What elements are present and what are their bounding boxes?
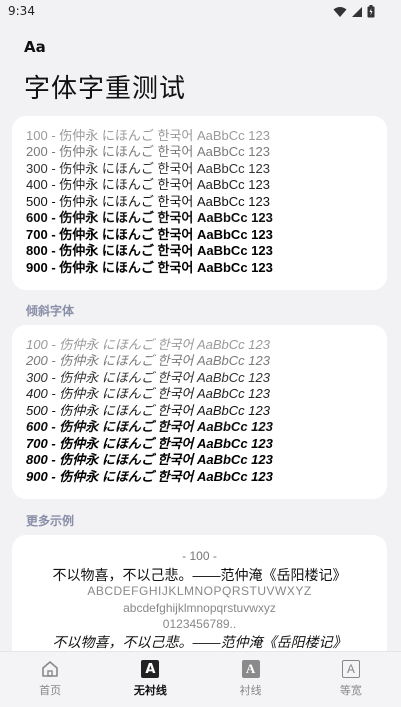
more-examples-card: - 100 - 不以物喜，不以己悲。——范仲淹《岳阳楼记》 ABCDEFGHIJ… [12, 535, 387, 665]
italic-row-500: 500 - 伤仲永 にほんご 한국어 AaBbCc 123 [26, 403, 270, 418]
app-label: Aa [24, 38, 46, 56]
sample-digits: 0123456789.. [162, 617, 237, 631]
sample-lowercase: abcdefghijklmnopqrstuvwxyz [123, 601, 276, 615]
status-bar: 9:34 [0, 0, 401, 24]
page-title: 字体字重测试 [24, 74, 187, 104]
signal-icon [352, 6, 362, 17]
sample-uppercase: ABCDEFGHIJKLMNOPQRSTUVWXYZ [87, 584, 312, 598]
nav-item-home[interactable]: 首页 [0, 652, 100, 707]
italic-row-600: 600 - 伤仲永 にほんご 한국어 AaBbCc 123 [26, 419, 273, 434]
nav-item-serif[interactable]: A 衬线 [201, 652, 301, 707]
weight-row-100: 100 - 伤仲永 にほんご 한국어 AaBbCc 123 [26, 128, 270, 143]
weights-card: 100 - 伤仲永 にほんご 한국어 AaBbCc 123 200 - 伤仲永 … [12, 116, 387, 290]
italic-row-200: 200 - 伤仲永 にほんご 한국어 AaBbCc 123 [26, 353, 270, 368]
nav-item-monospace[interactable]: A 等宽 [301, 652, 401, 707]
weight-row-200: 200 - 伤仲永 にほんご 한국어 AaBbCc 123 [26, 144, 270, 159]
nav-item-sans-serif[interactable]: A 无衬线 [100, 652, 200, 707]
home-icon [40, 659, 60, 679]
weight-row-300: 300 - 伤仲永 にほんご 한국어 AaBbCc 123 [26, 161, 270, 176]
sample-quote-italic: 不以物喜，不以己悲。——范仲淹《岳阳楼记》 [52, 634, 347, 650]
monospace-icon: A [341, 659, 361, 679]
weight-row-900: 900 - 伤仲永 にほんご 한국어 AaBbCc 123 [26, 260, 273, 275]
serif-icon: A [241, 659, 261, 679]
italic-section-label: 倾斜字体 [26, 304, 75, 318]
nav-label-monospace: 等宽 [339, 684, 362, 697]
weight-row-800: 800 - 伤仲永 にほんご 한국어 AaBbCc 123 [26, 243, 273, 258]
italic-row-900: 900 - 伤仲永 にほんご 한국어 AaBbCc 123 [26, 469, 273, 484]
nav-label-home: 首页 [39, 684, 62, 697]
weight-row-700: 700 - 伤仲永 にほんご 한국어 AaBbCc 123 [26, 227, 273, 242]
wifi-icon [333, 6, 347, 17]
italic-weights-card: 100 - 伤仲永 にほんご 한국어 AaBbCc 123 200 - 伤仲永 … [12, 325, 387, 499]
weight-row-600: 600 - 伤仲永 にほんご 한국어 AaBbCc 123 [26, 210, 273, 225]
sample-quote: 不以物喜，不以己悲。——范仲淹《岳阳楼记》 [52, 567, 347, 583]
italic-row-400: 400 - 伤仲永 にほんご 한국어 AaBbCc 123 [26, 386, 270, 401]
italic-row-700: 700 - 伤仲永 にほんご 한국어 AaBbCc 123 [26, 436, 273, 451]
italic-row-300: 300 - 伤仲永 にほんご 한국어 AaBbCc 123 [26, 370, 270, 385]
sans-serif-icon: A [140, 659, 160, 679]
bottom-nav: 首页 A 无衬线 A 衬线 A 等宽 [0, 651, 401, 707]
nav-label-sans-serif: 无衬线 [133, 684, 167, 697]
sample-weight-line: - 100 - [182, 549, 217, 563]
status-time: 9:34 [8, 4, 35, 18]
weight-row-400: 400 - 伤仲永 にほんご 한국어 AaBbCc 123 [26, 177, 270, 192]
weight-row-500: 500 - 伤仲永 にほんご 한국어 AaBbCc 123 [26, 194, 270, 209]
italic-row-100: 100 - 伤仲永 にほんご 한국어 AaBbCc 123 [26, 337, 270, 352]
battery-icon [367, 5, 375, 18]
more-section-label: 更多示例 [26, 514, 75, 528]
nav-label-serif: 衬线 [239, 684, 262, 697]
screen: 9:34 Aa 字体字重测试 100 - 伤仲永 にほんご 한국어 AaBbCc… [0, 0, 401, 707]
italic-row-800: 800 - 伤仲永 にほんご 한국어 AaBbCc 123 [26, 452, 273, 467]
status-icons [333, 5, 375, 18]
